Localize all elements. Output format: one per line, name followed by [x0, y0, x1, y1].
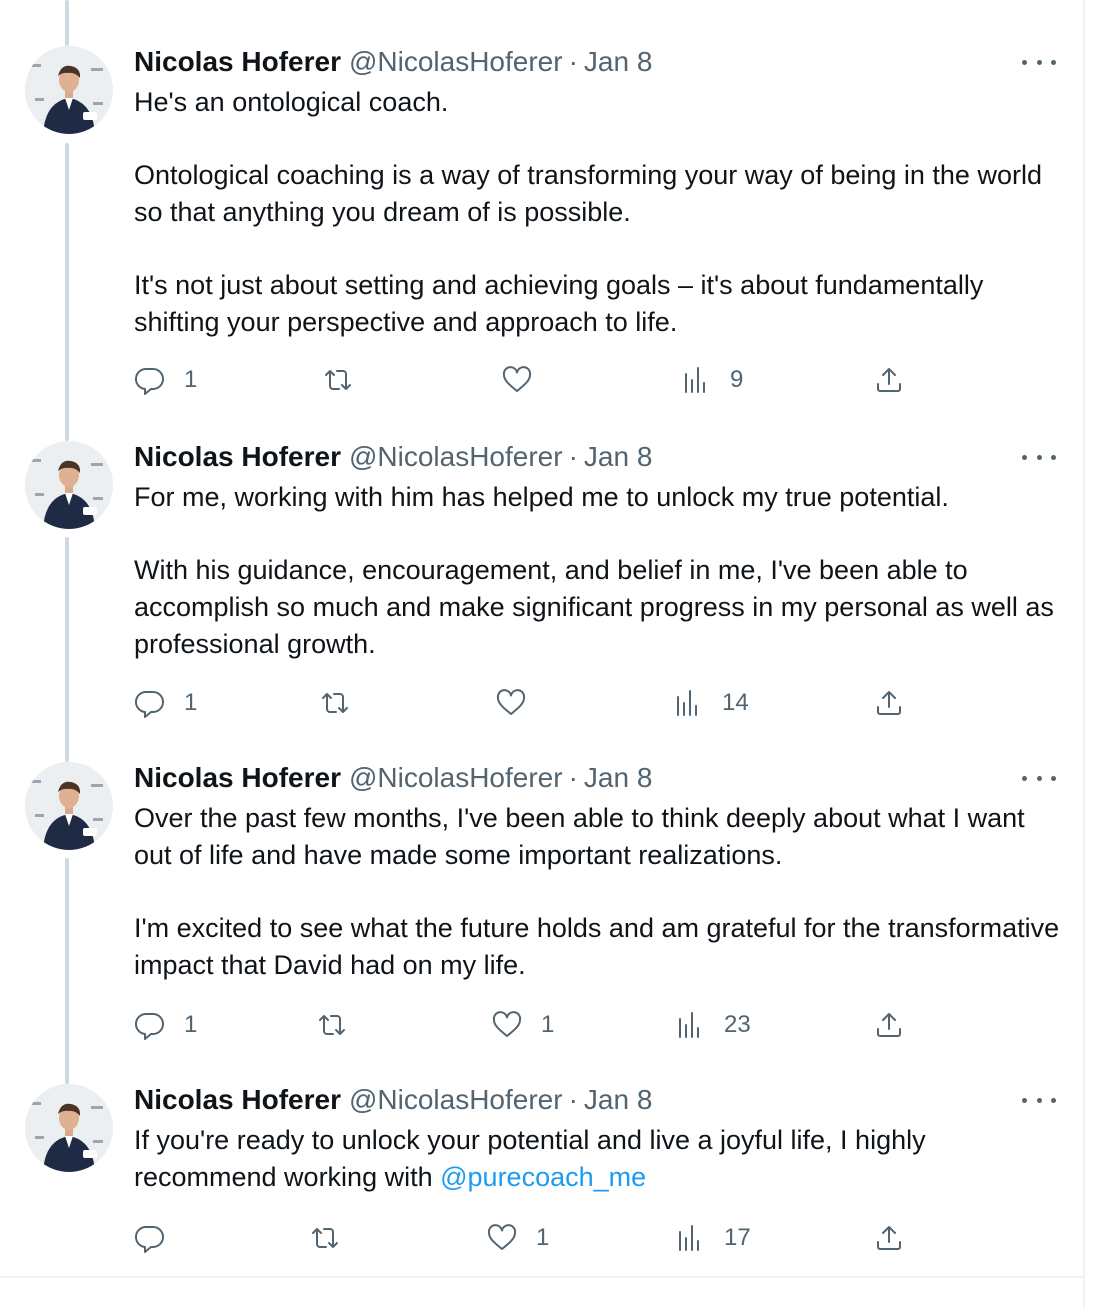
- reply-count: 1: [184, 689, 198, 716]
- more-dots-icon[interactable]: [1022, 1090, 1056, 1110]
- views-button[interactable]: 23: [674, 1009, 751, 1041]
- tweet-paragraph: If you're ready to unlock your potential…: [134, 1122, 1064, 1196]
- divider: [0, 1276, 1083, 1278]
- tweet-header: Nicolas Hoferer @NicolasHoferer · Jan 8: [134, 439, 652, 475]
- tweet[interactable]: Nicolas Hoferer @NicolasHoferer · Jan 8 …: [0, 762, 1083, 1062]
- heart-icon: [502, 366, 532, 392]
- reply-count: 1: [184, 366, 198, 393]
- tweet-paragraph: Ontological coaching is a way of transfo…: [134, 160, 1042, 227]
- retweet-button[interactable]: [309, 1222, 359, 1254]
- like-button[interactable]: [495, 687, 545, 719]
- tweet-date[interactable]: Jan 8: [584, 441, 653, 473]
- thread-line: [65, 0, 69, 46]
- like-button[interactable]: 1: [491, 1009, 554, 1041]
- views-button[interactable]: 17: [674, 1222, 751, 1254]
- tweet-paragraph: I'm excited to see what the future holds…: [134, 913, 1060, 980]
- separator-dot: ·: [568, 1084, 578, 1115]
- view-count: 17: [724, 1224, 751, 1251]
- avatar[interactable]: [25, 1084, 113, 1172]
- author-handle[interactable]: @NicolasHoferer: [349, 1084, 563, 1116]
- heart-icon: [487, 1224, 517, 1250]
- reply-button[interactable]: 1: [134, 364, 197, 396]
- more-dots-icon[interactable]: [1022, 52, 1056, 72]
- views-bar-chart-icon: [679, 1225, 699, 1251]
- mention-link[interactable]: @purecoach_me: [440, 1162, 646, 1192]
- share-button[interactable]: [873, 1222, 905, 1254]
- retweet-icon: [319, 1015, 345, 1035]
- reply-count: 1: [184, 1011, 198, 1038]
- share-upload-icon: [877, 1013, 901, 1037]
- share-button[interactable]: [873, 364, 905, 396]
- share-upload-icon: [877, 1226, 901, 1250]
- tweet-text: Over the past few months, I've been able…: [134, 800, 1064, 984]
- views-bar-chart-icon: [685, 367, 705, 393]
- reply-icon: [135, 1225, 164, 1253]
- tweet-header: Nicolas Hoferer @NicolasHoferer · Jan 8: [134, 44, 652, 80]
- like-button[interactable]: 1: [486, 1222, 549, 1254]
- author-name[interactable]: Nicolas Hoferer: [134, 46, 341, 78]
- author-name[interactable]: Nicolas Hoferer: [134, 762, 341, 794]
- avatar[interactable]: [25, 46, 113, 134]
- tweet-paragraph: With his guidance, encouragement, and be…: [134, 555, 1054, 659]
- tweet-header: Nicolas Hoferer @NicolasHoferer · Jan 8: [134, 760, 652, 796]
- reply-icon: [135, 690, 164, 718]
- retweet-button[interactable]: [316, 1009, 366, 1041]
- retweet-icon: [312, 1228, 338, 1248]
- share-button[interactable]: [873, 687, 905, 719]
- author-name[interactable]: Nicolas Hoferer: [134, 441, 341, 473]
- like-count: 1: [541, 1011, 555, 1038]
- retweet-button[interactable]: [319, 687, 369, 719]
- tweet-date[interactable]: Jan 8: [584, 46, 653, 78]
- share-upload-icon: [877, 368, 901, 392]
- author-handle[interactable]: @NicolasHoferer: [349, 441, 563, 473]
- column-border: [1083, 0, 1085, 1308]
- separator-dot: ·: [568, 441, 578, 472]
- views-bar-chart-icon: [677, 690, 697, 716]
- tweet-text: He's an ontological coach. Ontological c…: [134, 84, 1064, 341]
- heart-icon: [492, 1011, 522, 1037]
- share-upload-icon: [877, 691, 901, 715]
- reply-icon: [135, 367, 164, 395]
- tweet[interactable]: Nicolas Hoferer @NicolasHoferer · Jan 8 …: [0, 46, 1083, 416]
- like-count: 1: [536, 1224, 550, 1251]
- tweet-header: Nicolas Hoferer @NicolasHoferer · Jan 8: [134, 1082, 652, 1118]
- reply-icon: [135, 1012, 164, 1040]
- reply-button[interactable]: 1: [134, 687, 197, 719]
- author-handle[interactable]: @NicolasHoferer: [349, 762, 563, 794]
- tweet-paragraph: It's not just about setting and achievin…: [134, 270, 984, 337]
- retweet-icon: [322, 693, 348, 713]
- tweet[interactable]: Nicolas Hoferer @NicolasHoferer · Jan 8 …: [0, 1084, 1083, 1274]
- author-handle[interactable]: @NicolasHoferer: [349, 46, 563, 78]
- more-dots-icon[interactable]: [1022, 768, 1056, 788]
- tweet-date[interactable]: Jan 8: [584, 1084, 653, 1116]
- tweet[interactable]: Nicolas Hoferer @NicolasHoferer · Jan 8 …: [0, 441, 1083, 741]
- separator-dot: ·: [568, 762, 578, 793]
- views-button[interactable]: 9: [680, 364, 743, 396]
- avatar[interactable]: [25, 441, 113, 529]
- more-dots-icon[interactable]: [1022, 447, 1056, 467]
- heart-icon: [496, 689, 526, 715]
- retweet-icon: [325, 370, 351, 390]
- tweet-paragraph: For me, working with him has helped me t…: [134, 482, 949, 512]
- view-count: 23: [724, 1011, 751, 1038]
- tweet-paragraph: Over the past few months, I've been able…: [134, 803, 1025, 870]
- reply-button[interactable]: 1: [134, 1009, 197, 1041]
- author-name[interactable]: Nicolas Hoferer: [134, 1084, 341, 1116]
- views-button[interactable]: 14: [672, 687, 749, 719]
- separator-dot: ·: [568, 46, 578, 77]
- tweet-text: For me, working with him has helped me t…: [134, 479, 1064, 663]
- like-button[interactable]: [501, 364, 551, 396]
- reply-button[interactable]: [134, 1222, 184, 1254]
- tweet-text: If you're ready to unlock your potential…: [134, 1122, 1064, 1196]
- views-bar-chart-icon: [679, 1012, 699, 1038]
- tweet-paragraph: He's an ontological coach.: [134, 87, 449, 117]
- view-count: 9: [730, 366, 744, 393]
- retweet-button[interactable]: [322, 364, 372, 396]
- share-button[interactable]: [873, 1009, 905, 1041]
- view-count: 14: [722, 689, 749, 716]
- avatar[interactable]: [25, 762, 113, 850]
- tweet-date[interactable]: Jan 8: [584, 762, 653, 794]
